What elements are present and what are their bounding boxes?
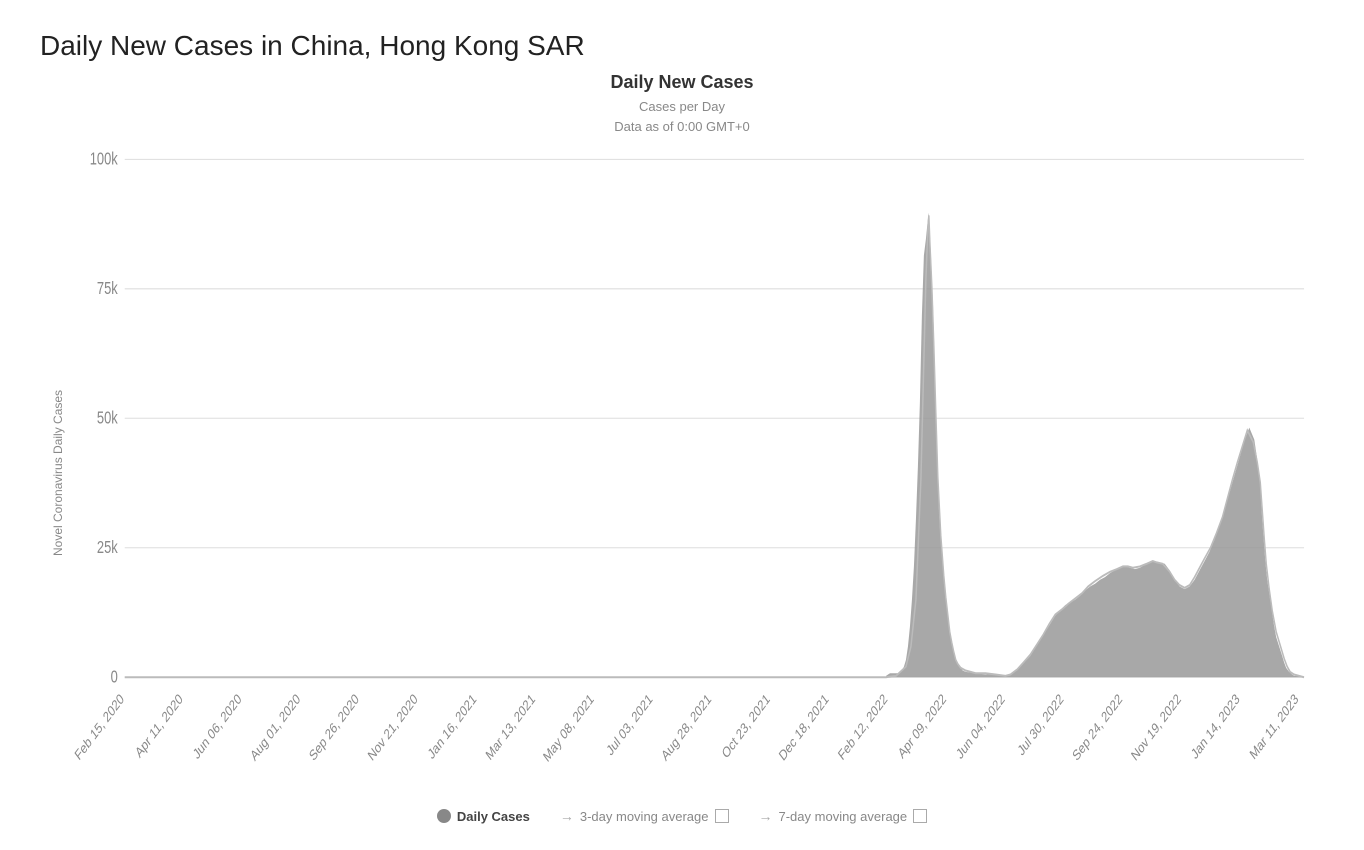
legend-daily-cases: Daily Cases bbox=[437, 809, 530, 824]
svg-text:75k: 75k bbox=[97, 279, 118, 298]
chart-subtitle: Cases per Day Data as of 0:00 GMT+0 bbox=[614, 97, 749, 136]
svg-text:25k: 25k bbox=[97, 538, 118, 557]
page-container: Daily New Cases in China, Hong Kong SAR … bbox=[0, 0, 1364, 850]
svg-text:Aug 28, 2021: Aug 28, 2021 bbox=[659, 690, 714, 764]
svg-text:Dec 18, 2021: Dec 18, 2021 bbox=[776, 690, 831, 764]
svg-text:100k: 100k bbox=[90, 150, 118, 169]
svg-text:Jun 06, 2020: Jun 06, 2020 bbox=[190, 690, 244, 762]
svg-text:Feb 12, 2022: Feb 12, 2022 bbox=[835, 690, 890, 763]
svg-text:Jan 14, 2023: Jan 14, 2023 bbox=[1188, 690, 1242, 762]
legend-label-3day: 3-day moving average bbox=[580, 809, 709, 824]
svg-text:Jul 30, 2022: Jul 30, 2022 bbox=[1015, 690, 1066, 759]
svg-text:Feb 15, 2020: Feb 15, 2020 bbox=[72, 690, 127, 763]
svg-text:Mar 11, 2023: Mar 11, 2023 bbox=[1247, 690, 1301, 762]
svg-text:Nov 21, 2020: Nov 21, 2020 bbox=[365, 690, 420, 764]
legend-label-daily-cases: Daily Cases bbox=[457, 809, 530, 824]
legend-arrow-3day: → bbox=[560, 808, 574, 824]
chart-inner: 100k 75k 50k 25k 0 Feb 15, 2020 Apr 11, … bbox=[70, 146, 1324, 800]
svg-text:Aug 01, 2020: Aug 01, 2020 bbox=[248, 690, 303, 764]
svg-text:Oct 23, 2021: Oct 23, 2021 bbox=[719, 690, 772, 761]
svg-text:May 08, 2021: May 08, 2021 bbox=[540, 690, 596, 765]
legend-label-7day: 7-day moving average bbox=[779, 809, 908, 824]
legend-3day: → 3-day moving average bbox=[560, 808, 729, 824]
chart-title: Daily New Cases bbox=[610, 72, 753, 93]
svg-text:Apr 09, 2022: Apr 09, 2022 bbox=[895, 690, 948, 761]
y-axis-label: Novel Coronavirus Daily Cases bbox=[40, 146, 70, 800]
svg-text:Apr 11, 2020: Apr 11, 2020 bbox=[133, 690, 186, 761]
page-title: Daily New Cases in China, Hong Kong SAR bbox=[40, 30, 1324, 62]
legend-arrow-7day: → bbox=[759, 808, 773, 824]
chart-wrapper: Daily New Cases Cases per Day Data as of… bbox=[40, 72, 1324, 830]
chart-area: Novel Coronavirus Daily Cases 100k 75k 5… bbox=[40, 146, 1324, 800]
legend: Daily Cases → 3-day moving average → 7-d… bbox=[437, 808, 927, 830]
svg-text:Sep 26, 2020: Sep 26, 2020 bbox=[306, 690, 361, 764]
legend-dot-daily-cases bbox=[437, 809, 451, 823]
legend-checkbox-3day[interactable] bbox=[715, 809, 729, 823]
svg-text:Nov 19, 2022: Nov 19, 2022 bbox=[1128, 690, 1183, 764]
svg-text:Mar 13, 2021: Mar 13, 2021 bbox=[483, 690, 538, 763]
svg-text:Jul 03, 2021: Jul 03, 2021 bbox=[604, 690, 655, 759]
svg-text:Sep 24, 2022: Sep 24, 2022 bbox=[1070, 690, 1125, 764]
svg-text:Jun 04, 2022: Jun 04, 2022 bbox=[954, 690, 1008, 762]
legend-7day: → 7-day moving average bbox=[759, 808, 928, 824]
legend-checkbox-7day[interactable] bbox=[913, 809, 927, 823]
chart-plot: 100k 75k 50k 25k 0 Feb 15, 2020 Apr 11, … bbox=[70, 146, 1314, 800]
svg-text:0: 0 bbox=[111, 668, 118, 687]
chart-svg: 100k 75k 50k 25k 0 Feb 15, 2020 Apr 11, … bbox=[70, 146, 1314, 800]
svg-text:Jan 16, 2021: Jan 16, 2021 bbox=[425, 690, 479, 762]
svg-text:50k: 50k bbox=[97, 409, 118, 428]
